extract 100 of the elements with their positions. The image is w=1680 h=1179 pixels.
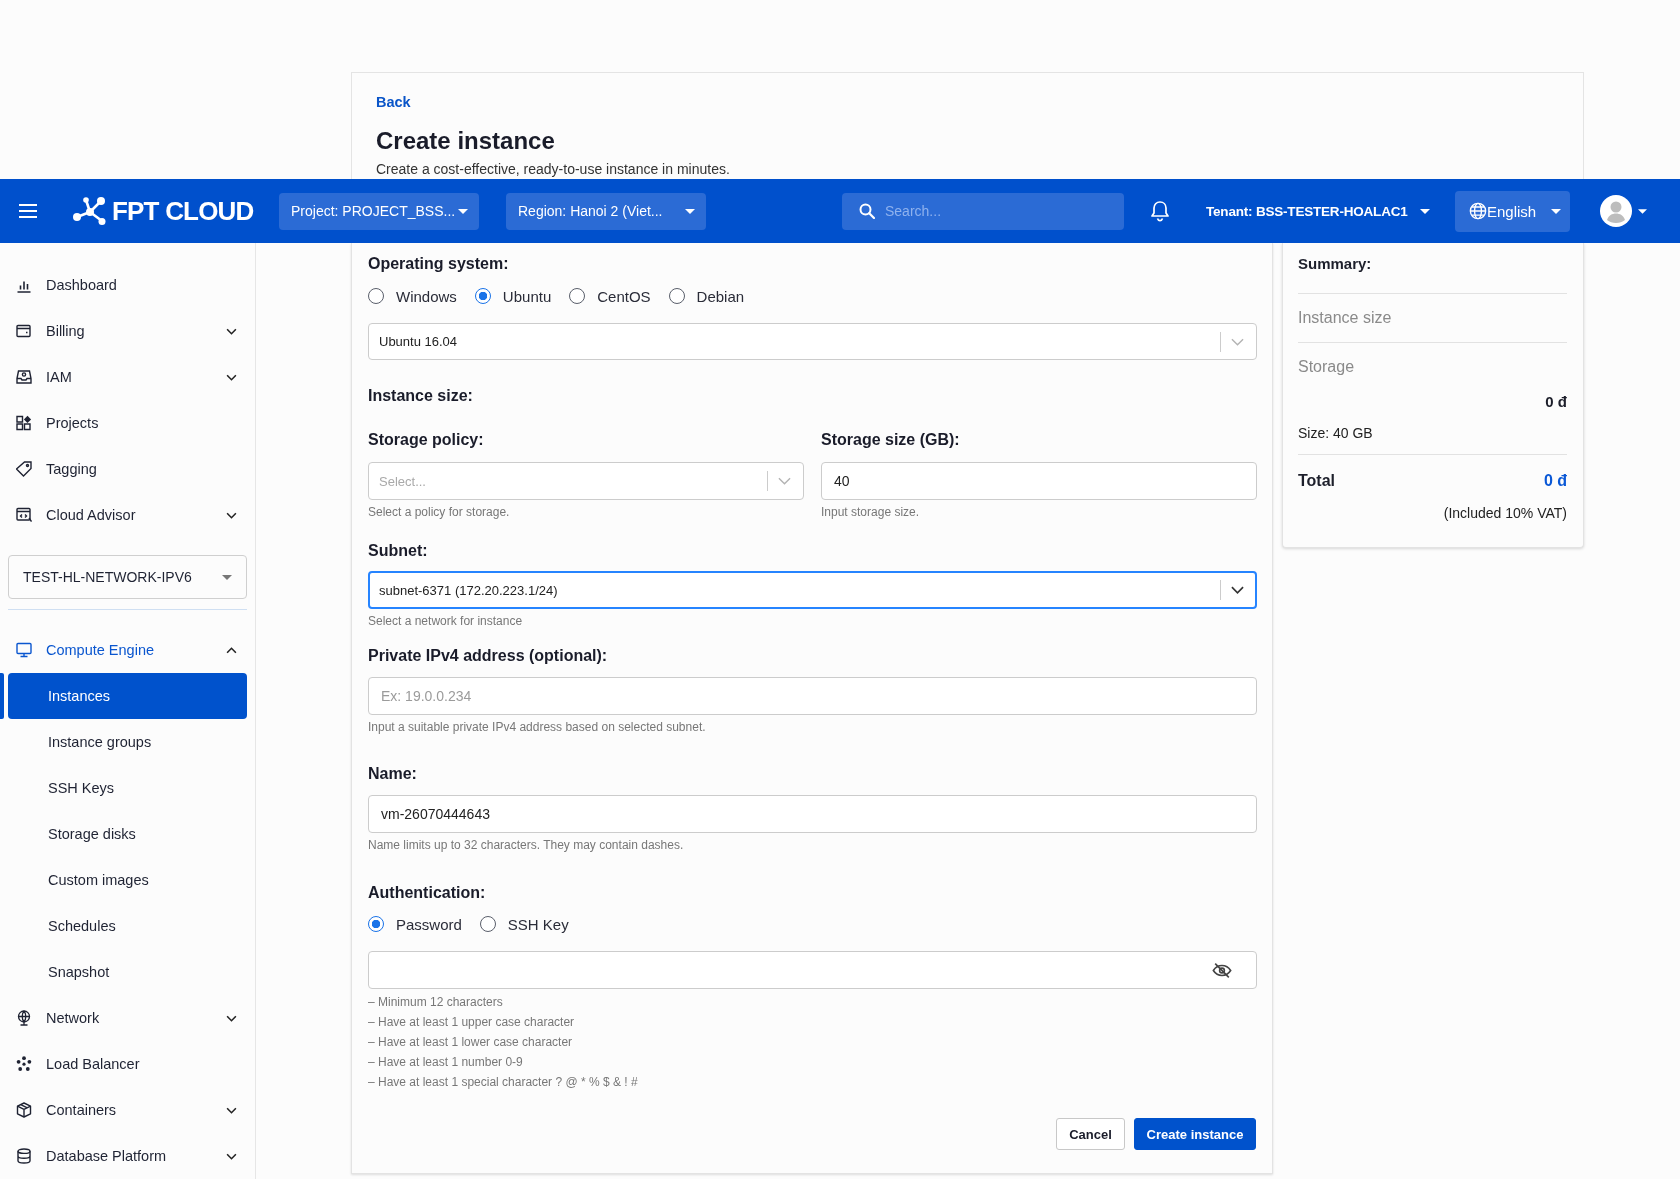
sidebar-subitem[interactable]: Schedules <box>8 903 247 949</box>
radio-icon[interactable] <box>479 916 496 932</box>
chevron-down-icon <box>1231 337 1244 346</box>
password-rule: – Have at least 1 upper case character <box>368 1014 576 1031</box>
sidebar-subitem[interactable]: Instances <box>8 673 247 719</box>
help-text: Name limits up to 32 characters. They may contain dashes. <box>368 837 684 853</box>
caret-down-icon <box>458 208 468 214</box>
field-label: Instance size: <box>368 386 473 406</box>
sidebar-item[interactable]: Database Platform <box>8 1141 247 1171</box>
menu-icon[interactable] <box>19 204 37 218</box>
caret-down-icon <box>685 208 695 214</box>
sidebar-subitem[interactable]: SSH Keys <box>8 765 247 811</box>
project-select[interactable]: TEST-HL-NETWORK-IPV6 <box>8 555 247 599</box>
radio-icon[interactable] <box>569 288 586 304</box>
help-text: Input a suitable private IPv4 address based on selected subnet. <box>368 719 706 735</box>
sidebar-item[interactable]: IAM <box>8 362 247 392</box>
radio-option[interactable]: Debian <box>668 287 745 305</box>
language-dropdown[interactable]: English <box>1455 190 1570 232</box>
globe-icon <box>1469 202 1487 220</box>
sidebar-item[interactable]: Tagging <box>8 454 247 484</box>
radio-option[interactable]: Ubuntu <box>474 287 552 305</box>
code-window-icon <box>16 507 32 523</box>
password-rule: – Have at least 1 lower case character <box>368 1034 574 1051</box>
logo-text[interactable]: FPT CLOUD <box>112 196 254 226</box>
summary-title: Summary: <box>1298 254 1372 274</box>
sidebar-subitem[interactable]: Custom images <box>8 857 247 903</box>
sidebar-subitem[interactable]: Storage disks <box>8 811 247 857</box>
cube-icon <box>16 1102 32 1118</box>
radio-option[interactable]: Windows <box>368 287 457 305</box>
os-version-select[interactable]: Ubuntu 16.04 <box>368 323 1257 360</box>
ip-address-input[interactable]: Ex: 19.0.0.234 <box>368 677 1257 715</box>
total-price: 0 đ <box>1543 471 1567 491</box>
sidebar-item[interactable]: Network <box>8 1003 247 1033</box>
inbox-icon <box>16 369 32 385</box>
radio-icon[interactable] <box>368 288 384 304</box>
field-label: Storage policy: <box>368 430 484 450</box>
password-rule: – Minimum 12 characters <box>368 994 504 1011</box>
chevron-down-icon <box>1231 586 1244 594</box>
caret-down-icon[interactable] <box>1638 208 1647 214</box>
subnet-select[interactable]: subnet-6371 (172.20.223.1/24) <box>368 571 1257 609</box>
storage-size-input[interactable]: 40 <box>821 462 1257 500</box>
page-subtitle: Create a cost-effective, ready-to-use instance in minutes. <box>376 161 730 178</box>
summary-item-label: Storage <box>1298 357 1355 377</box>
project-dropdown[interactable]: Project: PROJECT_BSS... <box>279 192 479 230</box>
radio-option[interactable]: CentOS <box>569 287 651 305</box>
eye-slash-icon[interactable] <box>1212 962 1232 979</box>
help-text: Select a network for instance <box>368 613 523 629</box>
total-label: Total <box>1298 471 1336 491</box>
avatar-icon[interactable] <box>1600 195 1632 227</box>
summary-item-label: Instance size <box>1298 308 1392 328</box>
sidebar-item[interactable]: Projects <box>8 408 247 438</box>
storage-size-text: Size: 40 GB <box>1298 424 1373 443</box>
field-label: Name: <box>368 764 417 784</box>
caret-down-icon <box>1551 208 1561 214</box>
wallet-icon <box>16 323 32 339</box>
region-dropdown[interactable]: Region: Hanoi 2 (Viet... <box>506 192 706 230</box>
monitor-icon <box>16 642 32 658</box>
name-input[interactable]: vm-26070444643 <box>368 795 1257 833</box>
cancel-button[interactable]: Cancel <box>1056 1118 1125 1150</box>
vat-note: (Included 10% VAT) <box>1443 504 1567 523</box>
password-input[interactable] <box>368 951 1257 989</box>
active-indicator <box>0 673 4 719</box>
radio-icon[interactable] <box>668 288 685 304</box>
create-button[interactable]: Create instance <box>1134 1118 1256 1150</box>
sidebar-item[interactable]: Compute Engine <box>8 635 247 665</box>
help-text: Input storage size. <box>821 504 920 520</box>
tag-icon <box>16 461 32 477</box>
sidebar-item[interactable]: Billing <box>8 316 247 346</box>
radio-option[interactable]: Password <box>368 915 462 933</box>
database-icon <box>16 1148 32 1164</box>
tenant-dropdown[interactable]: Tenant: BSS-TESTER-HOALAC1 <box>1206 203 1430 219</box>
search-field[interactable]: Search... <box>842 192 1124 230</box>
blocks-icon <box>16 415 32 431</box>
search-icon <box>859 202 875 219</box>
sidebar-subitem[interactable]: Snapshot <box>8 949 247 995</box>
radio-icon[interactable] <box>368 916 384 932</box>
radio-icon[interactable] <box>474 288 491 304</box>
nodes-icon <box>16 1056 32 1072</box>
logo-icon[interactable] <box>72 196 108 226</box>
bell-icon[interactable] <box>1150 200 1170 222</box>
caret-down-icon <box>222 574 232 580</box>
sidebar-subitem[interactable]: Instance groups <box>8 719 247 765</box>
chevron-down-icon <box>778 477 791 485</box>
field-label: Subnet: <box>368 541 428 561</box>
caret-down-icon <box>1419 208 1430 214</box>
sidebar-item[interactable]: Load Balancer <box>8 1049 247 1079</box>
password-rule: – Have at least 1 special character ? @ * % $ & ! # <box>368 1074 638 1091</box>
sidebar-item[interactable]: Dashboard <box>8 270 247 300</box>
globe-icon <box>16 1010 32 1026</box>
field-label: Operating system: <box>368 254 509 274</box>
sidebar-item[interactable]: Cloud Advisor <box>8 500 247 530</box>
sidebar-item[interactable]: Containers <box>8 1095 247 1125</box>
field-label: Private IPv4 address (optional): <box>368 646 608 666</box>
back-link[interactable]: Back <box>376 92 411 112</box>
storage-price: 0 đ <box>1545 392 1567 412</box>
password-rule: – Have at least 1 number 0-9 <box>368 1054 524 1071</box>
page-title: Create instance <box>376 126 555 156</box>
field-label: Storage size (GB): <box>821 430 960 450</box>
help-text: Select a policy for storage. <box>368 504 510 520</box>
radio-option[interactable]: SSH Key <box>479 915 569 933</box>
